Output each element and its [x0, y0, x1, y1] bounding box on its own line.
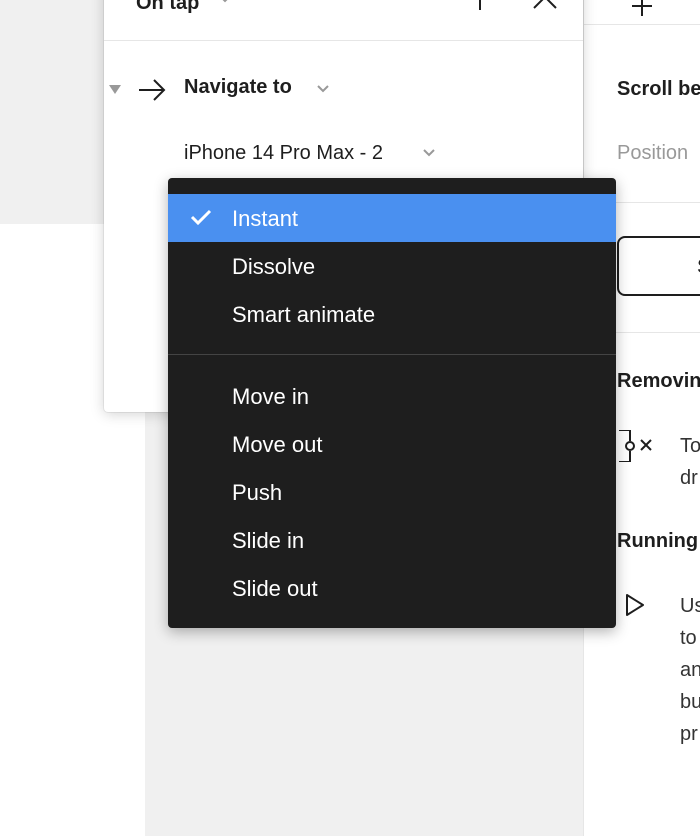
running-heading: Running — [617, 530, 699, 552]
popover-header: On tap — [104, 0, 583, 41]
removing-heading: Removin — [617, 370, 700, 392]
destination-dropdown[interactable]: iPhone 14 Pro Max - 2 — [184, 142, 383, 165]
running-text-line: an — [680, 659, 700, 681]
canvas-background — [0, 0, 105, 224]
animation-dropdown-menu: Instant Dissolve Smart animate Move in M… — [168, 178, 616, 628]
check-icon — [190, 209, 212, 226]
chevron-down-icon[interactable] — [422, 146, 436, 160]
position-label: Position — [617, 142, 689, 164]
menu-item-label: Move out — [232, 432, 323, 457]
play-icon — [626, 594, 644, 616]
running-text-line: bu — [680, 691, 700, 713]
menu-item-label: Smart animate — [232, 302, 376, 327]
running-text-line: pr — [680, 723, 698, 745]
arrow-right-icon — [139, 79, 166, 101]
menu-item-move-in[interactable]: Move in — [168, 372, 616, 420]
menu-item-label: Slide out — [232, 576, 318, 601]
menu-item-smart-animate[interactable]: Smart animate — [168, 290, 616, 338]
action-row: Navigate to — [104, 70, 583, 110]
menu-item-label: Instant — [232, 206, 299, 231]
close-icon[interactable] — [532, 0, 558, 10]
menu-separator — [168, 354, 616, 355]
menu-item-dissolve[interactable]: Dissolve — [168, 242, 616, 290]
trigger-dropdown[interactable]: On tap — [136, 0, 199, 15]
action-dropdown[interactable]: Navigate to — [184, 76, 292, 99]
chevron-down-icon[interactable] — [316, 82, 330, 96]
right-panel-toolbar — [584, 0, 700, 25]
menu-item-label: Dissolve — [232, 254, 316, 279]
running-text-line: Us — [680, 595, 700, 617]
plus-icon[interactable] — [630, 0, 654, 18]
menu-item-label: Push — [232, 480, 283, 505]
menu-item-label: Slide in — [232, 528, 305, 553]
removing-text-line: dr — [680, 467, 698, 489]
removing-text-line: To — [680, 435, 700, 457]
chevron-down-icon[interactable] — [218, 0, 232, 6]
menu-item-slide-out[interactable]: Slide out — [168, 564, 616, 612]
menu-item-move-out[interactable]: Move out — [168, 420, 616, 468]
add-icon[interactable] — [466, 0, 494, 12]
scroll-behavior-heading: Scroll be — [617, 78, 700, 100]
panel-button[interactable]: S — [617, 236, 700, 296]
menu-item-push[interactable]: Push — [168, 468, 616, 516]
running-text-line: to — [680, 627, 697, 649]
menu-item-label: Move in — [232, 384, 310, 409]
menu-item-instant[interactable]: Instant — [168, 194, 616, 242]
remove-connection-icon — [619, 430, 652, 462]
collapse-triangle-icon[interactable] — [109, 85, 121, 95]
menu-item-slide-in[interactable]: Slide in — [168, 516, 616, 564]
